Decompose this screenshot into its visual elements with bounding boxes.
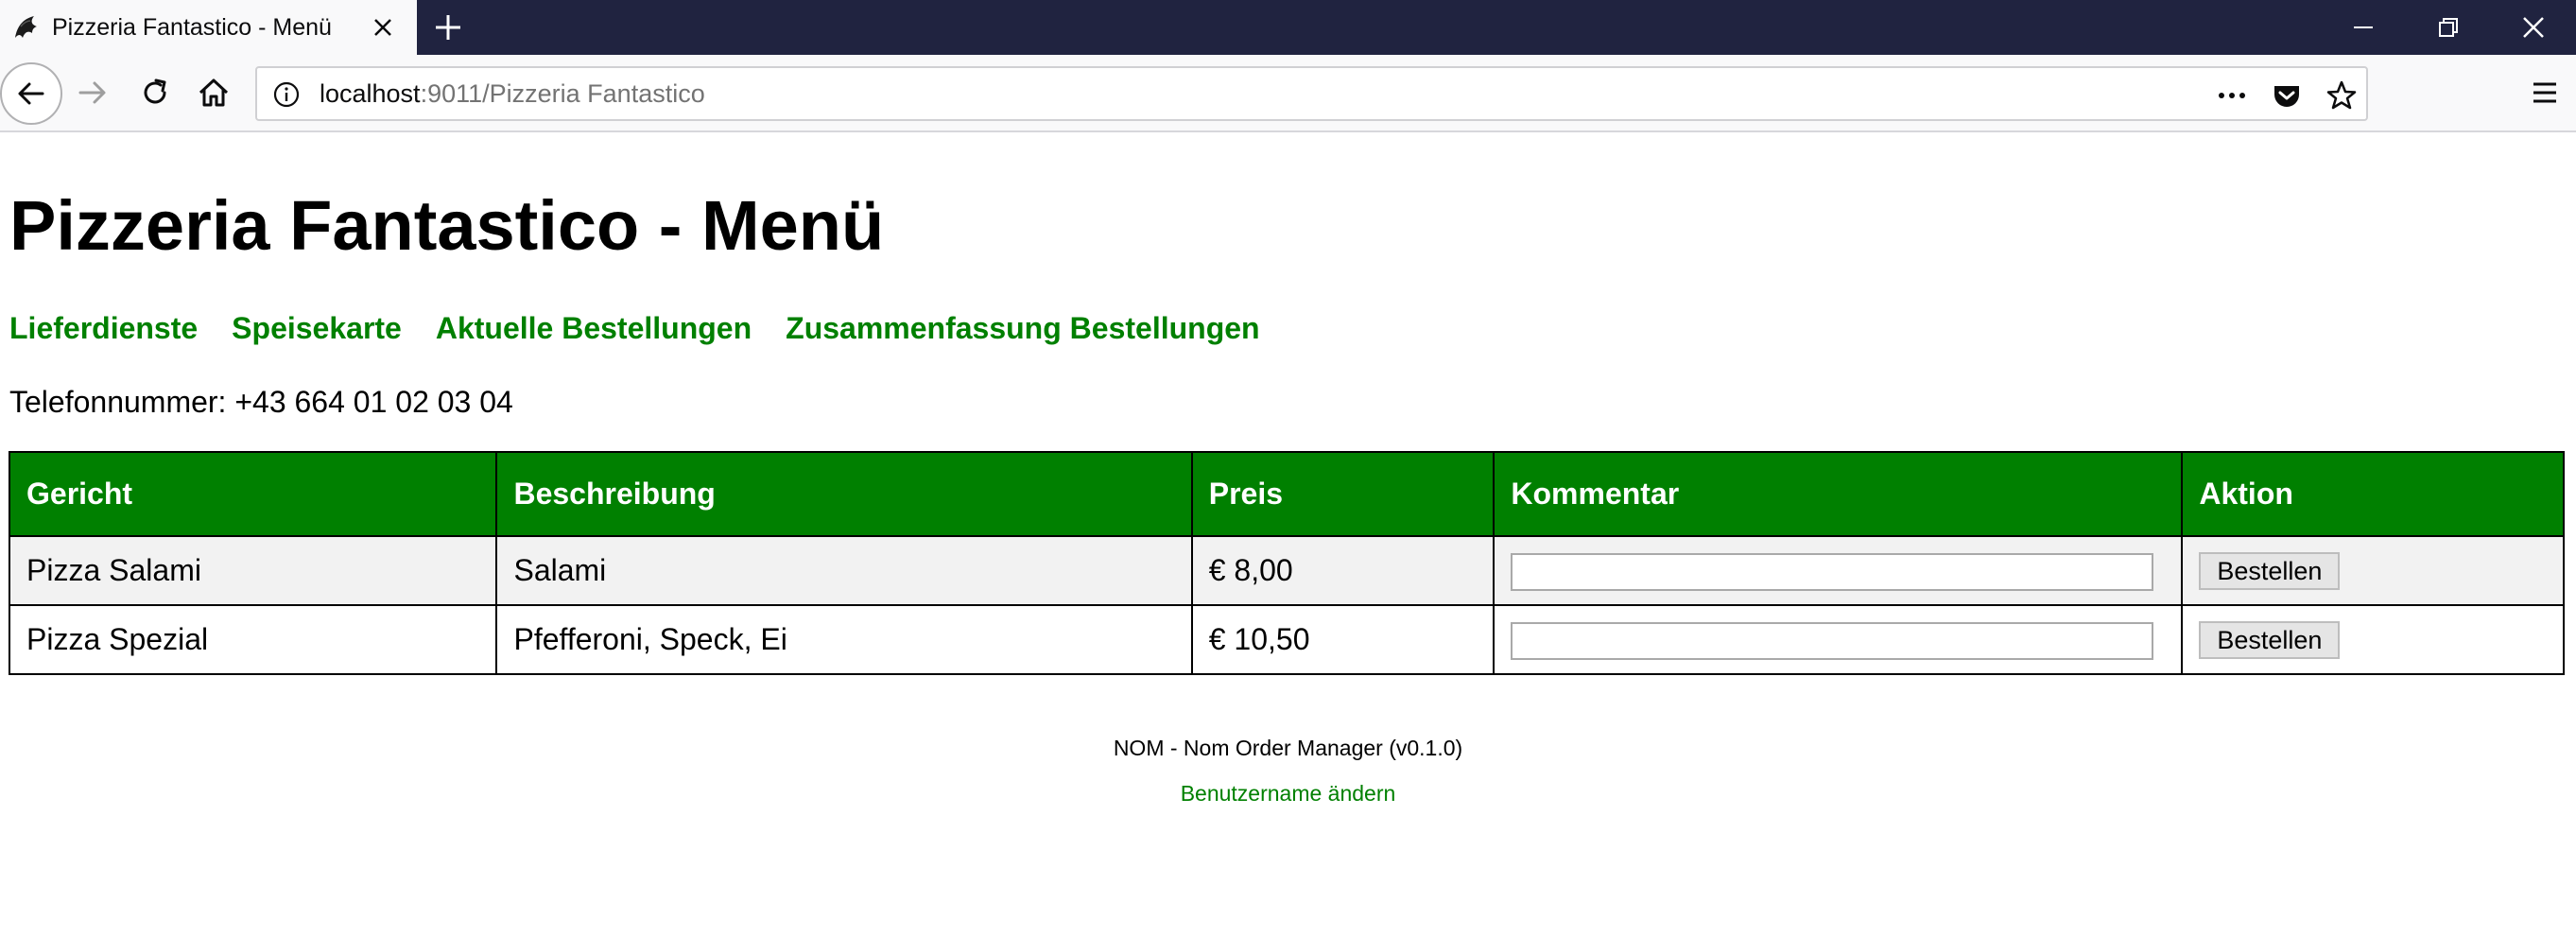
footer-link-container: Benutzername ändern [0,780,2576,807]
url-text[interactable]: localhost:9011/Pizzeria Fantastico [320,68,705,119]
more-icon [2219,93,2245,98]
home-icon [199,78,229,107]
change-username-link[interactable]: Benutzername ändern [1181,781,1396,806]
footer-version: NOM - Nom Order Manager (v0.1.0) [1113,736,1463,760]
page-content: Pizzeria Fantastico - Menü Lieferdienste… [0,132,2576,937]
comment-cell [1493,535,2184,606]
dish-price: € 8,00 [1190,535,1495,606]
dish-description: Pfefferoni, Speck, Ei [495,604,1193,675]
nav-link-zusammenfassung-bestellungen[interactable]: Zusammenfassung Bestellungen [786,308,1259,348]
restore-icon [2439,18,2458,37]
column-header-aktion: Aktion [2181,451,2565,537]
nav-link-aktuelle-bestellungen[interactable]: Aktuelle Bestellungen [436,308,752,348]
dish-name: Pizza Salami [8,535,498,606]
column-header-kommentar: Kommentar [1493,451,2184,537]
url-host: localhost [320,79,421,108]
dish-price: € 10,50 [1190,604,1495,675]
url-bar[interactable]: localhost:9011/Pizzeria Fantastico [255,66,2368,121]
firefox-dev-icon [15,16,37,38]
app-menu-button[interactable] [2526,74,2564,112]
page-title: Pizzeria Fantastico - Menü [9,186,885,265]
dish-name: Pizza Spezial [8,604,498,675]
minimize-icon [2354,26,2373,28]
url-path: :9011/Pizzeria Fantastico [420,79,705,108]
window-close-button[interactable] [2491,0,2576,55]
order-button[interactable]: Bestellen [2199,551,2341,590]
browser-tab[interactable]: Pizzeria Fantastico - Menü [0,0,417,55]
page-actions-button[interactable] [2216,79,2248,112]
close-icon[interactable] [369,13,397,42]
comment-input[interactable] [1511,552,2154,591]
action-cell: Bestellen [2181,604,2565,675]
forward-arrow-icon [78,81,106,104]
hamburger-menu-icon [2533,82,2556,103]
home-button[interactable] [195,74,233,112]
info-icon[interactable] [272,80,301,109]
reload-icon [144,78,166,104]
table-row: Pizza Spezial Pfefferoni, Speck, Ei € 10… [8,604,2565,675]
reload-button[interactable] [136,74,174,112]
comment-input[interactable] [1511,621,2154,660]
back-button[interactable] [0,62,62,125]
browser-titlebar: Pizzeria Fantastico - Menü [0,0,2576,55]
table-row: Pizza Salami Salami € 8,00 Bestellen [8,535,2565,606]
browser-navbar: localhost:9011/Pizzeria Fantastico [0,55,2576,132]
back-arrow-icon [18,82,44,105]
dish-description: Salami [495,535,1193,606]
column-header-preis: Preis [1190,451,1495,537]
restore-button[interactable] [2406,0,2491,55]
close-icon [2523,17,2544,38]
bookmark-button[interactable] [2325,79,2358,112]
nav-link-lieferdienste[interactable]: Lieferdienste [9,308,198,348]
plus-icon[interactable] [430,9,466,45]
order-button[interactable]: Bestellen [2199,620,2341,659]
pocket-button[interactable] [2271,79,2303,112]
main-nav: Lieferdienste Speisekarte Aktuelle Bestell… [9,308,1294,348]
table-header-row: Gericht Beschreibung Preis Kommentar Akt… [8,451,2565,537]
comment-cell [1493,604,2184,675]
minimize-button[interactable] [2321,0,2406,55]
nav-link-speisekarte[interactable]: Speisekarte [232,308,402,348]
menu-table: Gericht Beschreibung Preis Kommentar Akt… [8,451,2565,675]
action-cell: Bestellen [2181,535,2565,606]
pocket-icon [2274,86,2299,107]
forward-button[interactable] [74,74,112,112]
tab-title: Pizzeria Fantastico - Menü [52,14,332,41]
column-header-beschreibung: Beschreibung [495,451,1193,537]
column-header-gericht: Gericht [8,451,498,537]
star-icon [2326,80,2357,110]
phone-number: Telefonnummer: +43 664 01 02 03 04 [9,385,513,419]
